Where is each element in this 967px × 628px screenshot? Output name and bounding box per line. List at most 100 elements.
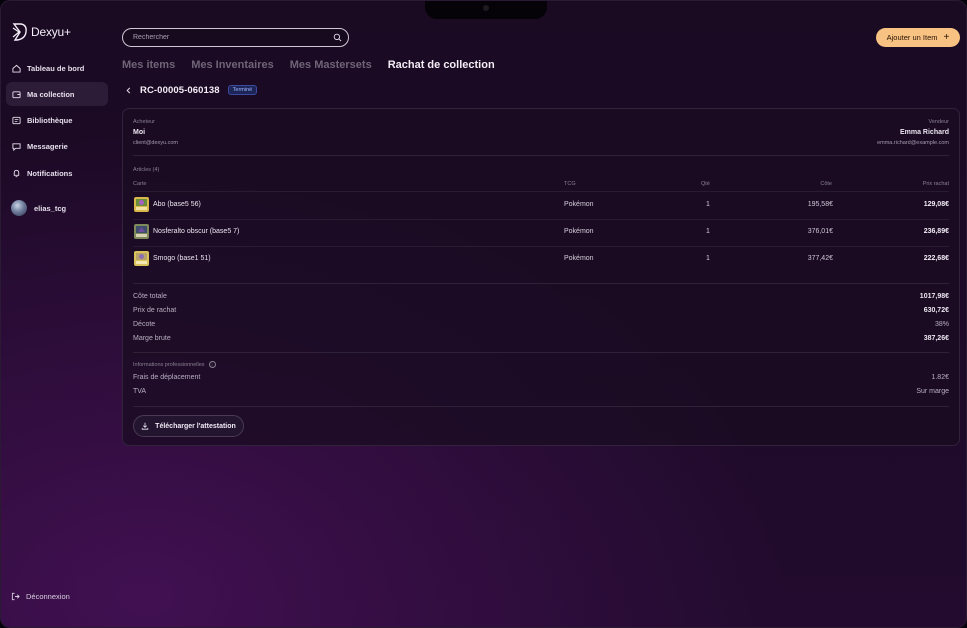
- sidebar-item-label: Tableau de bord: [27, 63, 85, 73]
- download-certificate-button[interactable]: Télécharger l'attestation: [133, 415, 244, 437]
- seller-email: emma.richard@example.com: [877, 140, 949, 146]
- order-header: RC-00005-060138 Terminé: [122, 84, 258, 96]
- divider: [133, 283, 949, 284]
- card-thumbnail: [134, 224, 149, 239]
- download-label: Télécharger l'attestation: [155, 422, 236, 430]
- tva-value: Sur marge: [916, 388, 949, 395]
- cote-totale-value: 1017,98€: [919, 293, 949, 300]
- app-logo[interactable]: Dexyu+: [11, 22, 71, 42]
- col-qty: Qté: [701, 181, 710, 187]
- card-thumbnail: [134, 251, 149, 266]
- card-qty: 1: [706, 228, 710, 235]
- decote-label: Décote: [133, 321, 156, 328]
- table-row[interactable]: Nosferalto obscur (base5 7) Pokémon 1 37…: [133, 219, 949, 246]
- user-name: elias_tcg: [34, 203, 67, 213]
- prix-rachat-value: 630,72€: [923, 307, 949, 314]
- pokemon-card-image: [134, 251, 149, 266]
- cote-totale-label: Côte totale: [133, 293, 167, 300]
- sidebar-item-label: Messagerie: [27, 141, 68, 151]
- marge-value: 387,26€: [923, 335, 949, 342]
- sidebar-item-collection[interactable]: Ma collection: [6, 82, 108, 106]
- sidebar-item-notifications[interactable]: Notifications: [6, 161, 108, 185]
- sidebar-item-label: Bibliothèque: [27, 115, 73, 125]
- card-qty: 1: [706, 255, 710, 262]
- frais-label: Frais de déplacement: [133, 374, 201, 381]
- card-name: Nosferalto obscur (base5 7): [153, 228, 240, 235]
- col-card: Carte: [133, 181, 147, 187]
- order-id: RC-00005-060138: [140, 84, 220, 96]
- col-cote: Côte: [820, 181, 832, 187]
- app-window: Dexyu+ Tableau de bord Ma collection Bib…: [0, 0, 967, 628]
- sidebar-item-label: Ma collection: [27, 89, 75, 99]
- tab-bar: Mes items Mes Inventaires Mes Mastersets…: [122, 59, 495, 71]
- user-profile[interactable]: elias_tcg: [11, 200, 66, 216]
- card-tcg: Pokémon: [564, 228, 594, 235]
- sidebar-item-label: Notifications: [27, 168, 73, 178]
- card-cote: 377,42€: [807, 255, 833, 262]
- seller-label: Vendeur: [928, 119, 950, 125]
- logout-icon: [11, 592, 20, 601]
- add-item-button[interactable]: Ajouter un Item +: [876, 28, 960, 47]
- search-input[interactable]: [133, 34, 333, 41]
- buyer-name: Moi: [133, 129, 146, 136]
- tab-my-items[interactable]: Mes items: [122, 59, 175, 71]
- card-tcg: Pokémon: [564, 255, 594, 262]
- table-row[interactable]: Smogo (base1 51) Pokémon 1 377,42€ 222,6…: [133, 246, 949, 273]
- download-icon: [141, 422, 149, 430]
- card-tcg: Pokémon: [564, 201, 594, 208]
- prix-rachat-label: Prix de rachat: [133, 307, 177, 314]
- divider: [133, 406, 949, 407]
- card-prix: 129,08€: [923, 201, 949, 208]
- tab-collection-buyback[interactable]: Rachat de collection: [388, 59, 495, 71]
- sidebar-item-library[interactable]: Bibliothèque: [6, 108, 108, 132]
- card-qty: 1: [706, 201, 710, 208]
- search-icon[interactable]: [333, 33, 342, 42]
- card-thumbnail: [134, 197, 149, 212]
- sidebar-item-dashboard[interactable]: Tableau de bord: [6, 56, 108, 80]
- table-row[interactable]: Abo (base5 56) Pokémon 1 195,58€ 129,08€: [133, 192, 949, 219]
- pokemon-card-image: [134, 224, 149, 239]
- logout-label: Déconnexion: [26, 592, 70, 601]
- divider: [133, 352, 949, 353]
- logout-button[interactable]: Déconnexion: [11, 592, 70, 601]
- articles-title: Articles (4): [133, 167, 160, 173]
- info-icon[interactable]: i: [208, 361, 216, 368]
- card-cote: 195,58€: [807, 201, 833, 208]
- sidebar: Dexyu+ Tableau de bord Ma collection Bib…: [1, 1, 113, 627]
- card-name: Abo (base5 56): [153, 201, 201, 208]
- col-tcg: TCG: [564, 181, 576, 187]
- frais-value: 1.82€: [931, 374, 949, 381]
- wallet-icon: [12, 90, 21, 98]
- pro-info-title-text: Informations professionnelles: [133, 361, 205, 368]
- camera-notch: [425, 1, 547, 19]
- sidebar-item-messages[interactable]: Messagerie: [6, 134, 108, 158]
- seller-name: Emma Richard: [899, 129, 949, 136]
- card-name: Smogo (base1 51): [153, 255, 211, 262]
- bell-icon: [13, 169, 20, 177]
- tab-my-mastersets[interactable]: Mes Mastersets: [290, 59, 372, 71]
- avatar: [11, 200, 27, 216]
- tva-label: TVA: [133, 388, 147, 395]
- status-badge: Terminé: [227, 85, 258, 95]
- divider: [133, 155, 949, 156]
- marge-label: Marge brute: [133, 335, 171, 342]
- col-prix: Prix rachat: [922, 181, 949, 187]
- dexyu-logo-icon: [12, 23, 27, 41]
- chevron-left-icon: [126, 87, 130, 93]
- plus-icon: +: [943, 31, 950, 43]
- card-cote: 376,01€: [807, 228, 833, 235]
- decote-value: 38%: [934, 321, 949, 328]
- order-detail-card: Acheteur Moi client@dexyu.com Vendeur Em…: [122, 108, 960, 446]
- add-item-label: Ajouter un Item: [886, 33, 938, 42]
- pro-info-title: Informations professionnelles i: [133, 361, 216, 368]
- search-bar: [122, 28, 349, 47]
- card-prix: 236,89€: [923, 228, 949, 235]
- back-button[interactable]: [122, 84, 134, 96]
- camera-dot: [483, 5, 489, 11]
- app-name: Dexyu+: [31, 25, 71, 39]
- pokemon-card-image: [134, 197, 149, 212]
- tab-my-inventories[interactable]: Mes Inventaires: [191, 59, 274, 71]
- buyer-label: Acheteur: [133, 119, 156, 125]
- library-icon: [12, 116, 21, 124]
- home-icon: [12, 64, 21, 73]
